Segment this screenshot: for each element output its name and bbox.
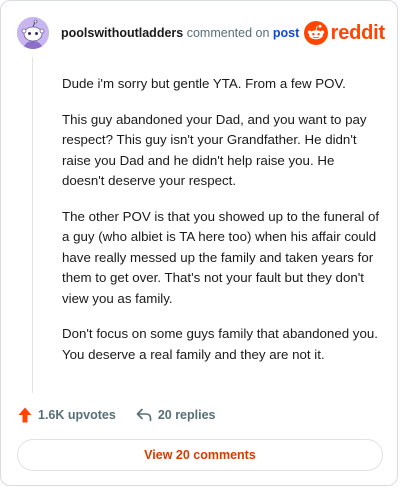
comment-header: poolswithoutladders commented on post re… [17, 17, 385, 49]
reddit-snoo-icon [303, 21, 328, 45]
reddit-wordmark: reddit [330, 22, 386, 44]
reddit-brand[interactable]: reddit [303, 20, 386, 46]
upvotes-count: 1.6K upvotes [38, 408, 116, 422]
comment-body: Dude i'm sorry but gentle YTA. From a fe… [62, 74, 380, 380]
upvote-arrow-icon [18, 407, 32, 423]
comment-footer: 1.6K upvotes 20 replies [18, 404, 378, 426]
action-text: commented on [186, 26, 270, 40]
post-link[interactable]: post [273, 26, 299, 40]
comment-paragraph: The other POV is that you showed up to t… [62, 208, 380, 306]
view-comments-button[interactable]: View 20 comments [17, 439, 383, 471]
comment-embed-card: poolswithoutladders commented on post re… [0, 0, 398, 486]
snoo-avatar-icon [17, 17, 49, 49]
avatar[interactable] [17, 17, 49, 49]
comment-paragraph: Dude i'm sorry but gentle YTA. From a fe… [62, 76, 346, 91]
username-link[interactable]: poolswithoutladders [61, 26, 183, 40]
comment-paragraph: Don't focus on some guys family that aba… [62, 326, 378, 362]
comment-meta: poolswithoutladders commented on post [61, 25, 299, 41]
comment-paragraph: This guy abandoned your Dad, and you wan… [62, 111, 367, 189]
upvotes-stat[interactable]: 1.6K upvotes [18, 407, 116, 423]
replies-stat[interactable]: 20 replies [136, 408, 216, 422]
reply-arrow-icon [136, 408, 152, 422]
thread-line [32, 57, 33, 393]
replies-count: 20 replies [157, 408, 216, 422]
